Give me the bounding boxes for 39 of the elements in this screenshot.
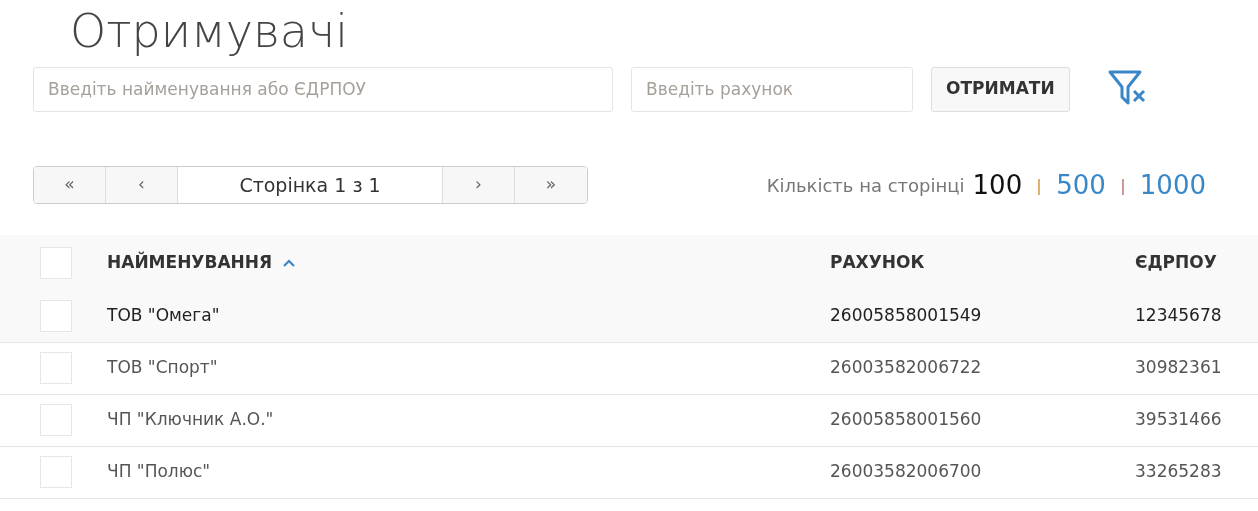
divider — [1121, 178, 1124, 195]
page-size-label: Кількість на сторінці — [766, 173, 965, 198]
previous-page-button[interactable]: ‹ — [106, 167, 178, 204]
name-search-field[interactable]: Введіть найменування або ЄДРПОУ — [33, 66, 613, 112]
table-row[interactable]: ТОВ "Омега" 26005858001549 12345678 — [0, 290, 1258, 343]
table-cell: ТОВ "Спорт" — [107, 357, 218, 378]
last-page-button[interactable]: » — [515, 167, 587, 204]
table-cell: 26003582006700 — [830, 461, 982, 482]
table-cell: 26003582006722 — [830, 357, 982, 378]
page-size-option[interactable]: 1000 — [1139, 165, 1206, 205]
first-page-button[interactable]: « — [34, 167, 106, 204]
table-row[interactable]: ЧП "Ключник А.О." 26005858001560 39531466 — [0, 394, 1258, 447]
table-cell: ЧП "Ключник А.О." — [107, 409, 274, 430]
table-cell: 26005858001560 — [830, 409, 982, 430]
page-title: Отримувачі — [70, 6, 349, 57]
row-checkbox[interactable] — [40, 456, 72, 489]
table-cell: ТОВ "Омега" — [107, 305, 220, 326]
column-header[interactable]: ЄДРПОУ — [1135, 249, 1217, 276]
column-header[interactable]: РАХУНОК — [830, 249, 925, 276]
divider — [1038, 178, 1041, 195]
page-size-option[interactable]: 100 — [972, 165, 1023, 205]
table-cell: ЧП "Полюс" — [107, 461, 211, 482]
account-search-field[interactable]: Введіть рахунок — [631, 66, 913, 112]
table-cell: 30982361 — [1135, 357, 1222, 378]
next-page-button[interactable]: › — [443, 167, 515, 204]
page-size-option[interactable]: 500 — [1056, 165, 1106, 205]
table-cell: 12345678 — [1135, 305, 1222, 326]
table-row[interactable]: ТОВ "Спорт" 26003582006722 30982361 — [0, 342, 1258, 395]
sort-ascending-icon[interactable] — [282, 257, 297, 268]
row-checkbox[interactable] — [40, 300, 72, 333]
row-checkbox[interactable] — [40, 404, 72, 437]
get-button[interactable]: ОТРИМАТИ — [931, 66, 1070, 112]
column-header[interactable]: НАЙМЕНУВАННЯ — [107, 249, 273, 276]
table-cell: 39531466 — [1135, 409, 1222, 430]
table-cell: 26005858001549 — [830, 305, 982, 326]
table-cell: 33265283 — [1135, 461, 1222, 482]
select-all-checkbox[interactable] — [40, 246, 72, 279]
row-checkbox[interactable] — [40, 352, 72, 385]
table-row[interactable]: ЧП "Полюс" 26003582006700 33265283 — [0, 446, 1258, 499]
